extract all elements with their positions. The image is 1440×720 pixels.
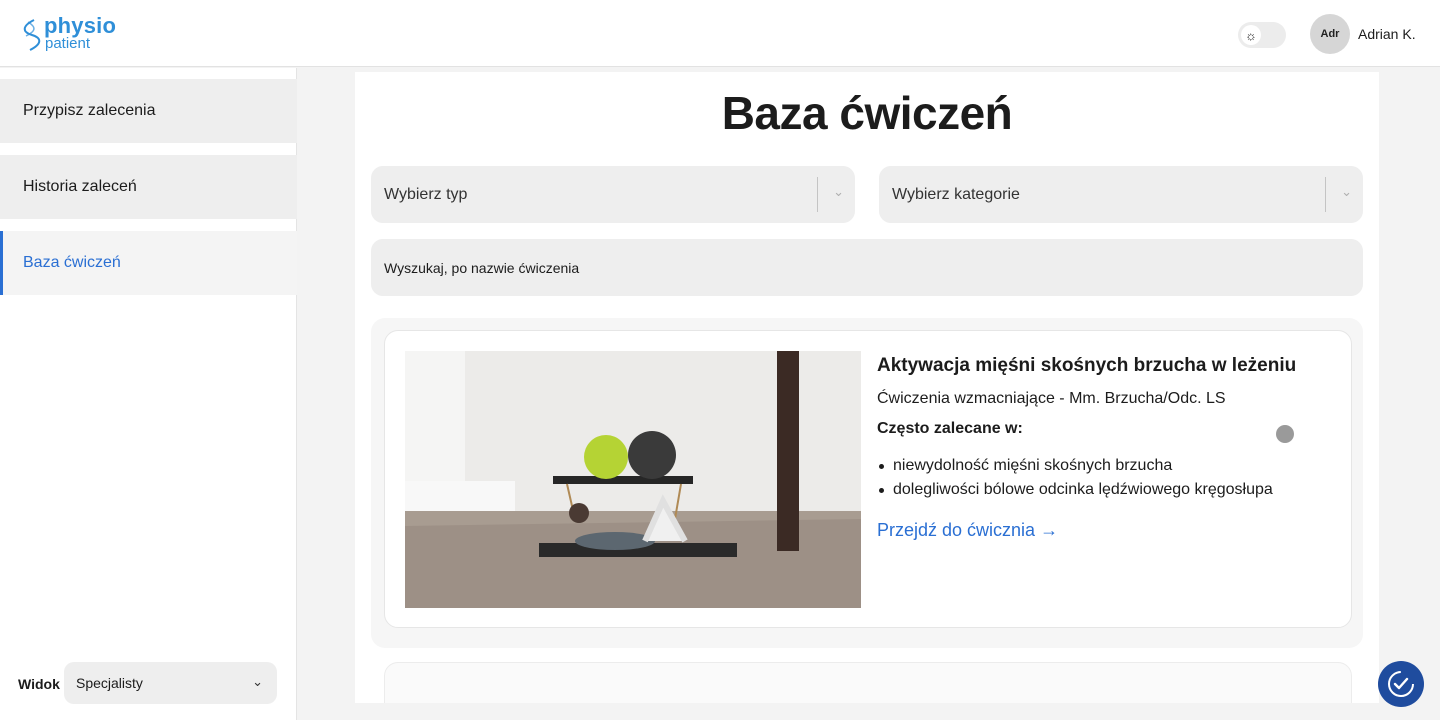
- exercise-thumbnail[interactable]: [405, 351, 861, 608]
- conditions-list: niewydolność mięśni skośnych brzucha dol…: [877, 454, 1273, 502]
- exercise-category: Ćwiczenia wzmacniające - Mm. Brzucha/Odc…: [877, 390, 1226, 407]
- sidebar-item-baza-cwiczen[interactable]: Baza ćwiczeń: [0, 231, 297, 295]
- type-select-placeholder: Wybierz typ: [384, 186, 468, 203]
- select-divider: [1325, 177, 1326, 212]
- category-select-placeholder: Wybierz kategorie: [892, 186, 1020, 203]
- exercise-card[interactable]: Aktywacja mięśni skośnych brzucha w leże…: [384, 330, 1352, 628]
- theme-toggle[interactable]: ☼: [1238, 22, 1286, 48]
- sidebar-item-przypisz-zalecenia[interactable]: Przypisz zalecenia: [0, 79, 297, 143]
- view-label: Widok: [18, 676, 60, 692]
- view-select-value: Specjalisty: [76, 675, 143, 691]
- sidebar: Przypisz zalecenia Historia zaleceń Baza…: [0, 68, 297, 720]
- chevron-down-icon: ⌄: [1341, 184, 1352, 199]
- logo-text-patient: patient: [45, 35, 91, 52]
- avatar[interactable]: Adr: [1310, 14, 1350, 54]
- chevron-down-icon: ⌄: [252, 674, 263, 689]
- app-header: physio patient ☼ Adr Adrian K.: [0, 0, 1440, 67]
- list-item: niewydolność mięśni skośnych brzucha: [877, 454, 1273, 478]
- search-input[interactable]: [371, 239, 1363, 296]
- select-divider: [817, 177, 818, 212]
- dna-logo-icon: [23, 19, 41, 51]
- go-to-exercise-link[interactable]: Przejdź do ćwicznia →: [877, 520, 1058, 541]
- sidebar-item-historia-zalecen[interactable]: Historia zaleceń: [0, 155, 297, 219]
- exercise-list: Aktywacja mięśni skośnych brzucha w leże…: [371, 318, 1363, 648]
- physio-patient-logo[interactable]: physio patient: [20, 13, 130, 54]
- accessibility-check-icon: [1388, 671, 1414, 697]
- page-title: Baza ćwiczeń: [721, 87, 1013, 139]
- chevron-down-icon: ⌄: [833, 184, 844, 199]
- main-panel: Baza ćwiczeń Wybierz typ ⌄ Wybierz kateg…: [355, 72, 1379, 703]
- cursor-indicator: [1276, 425, 1294, 443]
- list-item: dolegliwości bólowe odcinka lędźwiowego …: [877, 478, 1273, 502]
- view-select[interactable]: Specjalisty ⌄: [64, 662, 277, 704]
- exercise-title: Aktywacja mięśni skośnych brzucha w leże…: [877, 355, 1297, 376]
- often-recommended-label: Często zalecane w:: [877, 420, 1023, 437]
- type-select[interactable]: Wybierz typ ⌄: [371, 166, 855, 223]
- exercise-card-next[interactable]: [384, 662, 1352, 703]
- accessibility-button[interactable]: [1378, 661, 1424, 707]
- sun-icon: ☼: [1241, 25, 1261, 45]
- user-name[interactable]: Adrian K.: [1358, 26, 1416, 42]
- category-select[interactable]: Wybierz kategorie ⌄: [879, 166, 1363, 223]
